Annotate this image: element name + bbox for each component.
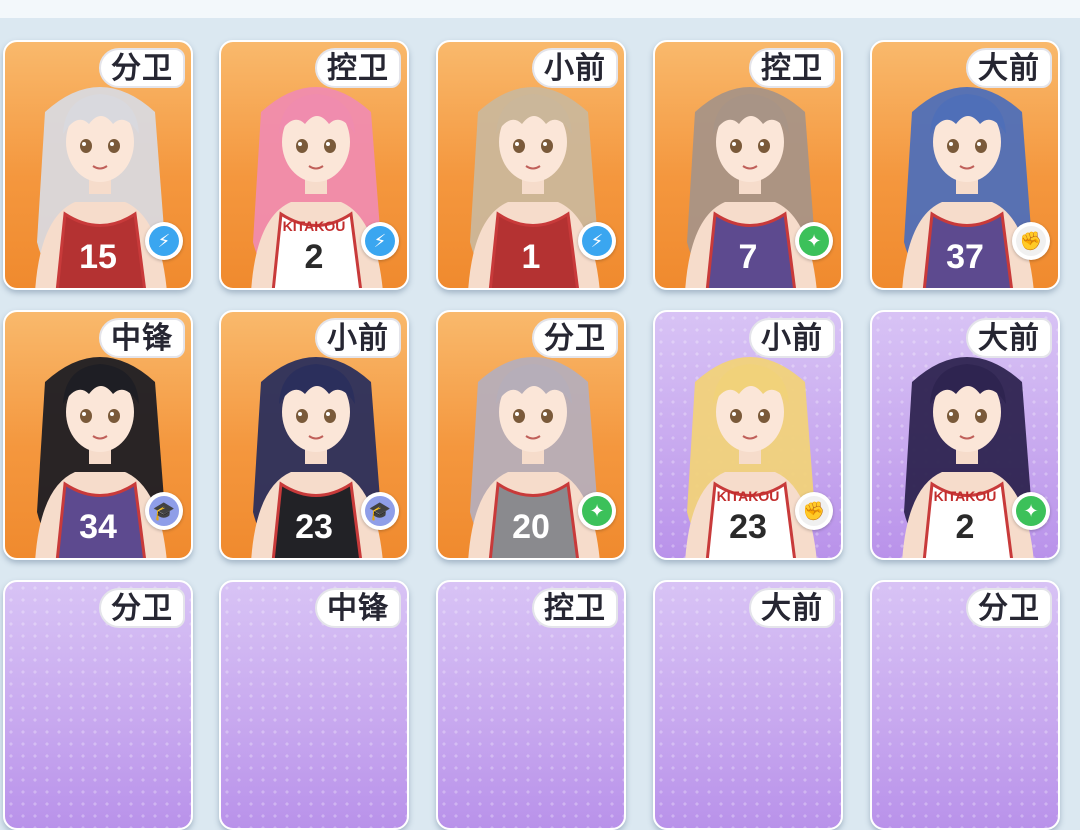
character-card[interactable]: 分卫 — [870, 580, 1060, 830]
position-label: 分卫 — [966, 588, 1052, 628]
character-card[interactable]: 大前 — [653, 580, 843, 830]
bolt-icon: ⚡ — [145, 222, 183, 260]
position-label: 控卫 — [749, 48, 835, 88]
cap-icon: 🎓 — [361, 492, 399, 530]
star-icon: ✦ — [578, 492, 616, 530]
character-card[interactable]: 23 KITAKOU 小前 ✊ — [653, 310, 843, 560]
bolt-icon: ⚡ — [361, 222, 399, 260]
position-label: 大前 — [749, 588, 835, 628]
position-label: 分卫 — [99, 588, 185, 628]
character-card[interactable]: 15 分卫 ⚡ — [3, 40, 193, 290]
position-label: 小前 — [749, 318, 835, 358]
position-label: 小前 — [532, 48, 618, 88]
character-card[interactable]: 37 大前 ✊ — [870, 40, 1060, 290]
character-card[interactable]: 1 小前 ⚡ — [436, 40, 626, 290]
fist-icon: ✊ — [795, 492, 833, 530]
character-card[interactable]: 2 KITAKOU 控卫 ⚡ — [219, 40, 409, 290]
position-label: 控卫 — [532, 588, 618, 628]
bolt-icon: ⚡ — [578, 222, 616, 260]
fist-icon: ✊ — [1012, 222, 1050, 260]
character-card[interactable]: 2 KITAKOU 大前 ✦ — [870, 310, 1060, 560]
character-card[interactable]: 中锋 — [219, 580, 409, 830]
character-card[interactable]: 34 中锋 🎓 — [3, 310, 193, 560]
character-card[interactable]: 23 小前 🎓 — [219, 310, 409, 560]
position-label: 控卫 — [315, 48, 401, 88]
position-label: 分卫 — [532, 318, 618, 358]
character-grid: 15 分卫 ⚡ 2 KITAKOU 控卫 ⚡ 1 小前 ⚡ 7 控卫 ✦ 37 大前 ✊ 34 中锋 🎓 23 小前 🎓 2… — [0, 0, 1080, 830]
character-card[interactable]: 20 分卫 ✦ — [436, 310, 626, 560]
position-label: 中锋 — [99, 318, 185, 358]
character-card[interactable]: 控卫 — [436, 580, 626, 830]
position-label: 大前 — [966, 318, 1052, 358]
position-label: 大前 — [966, 48, 1052, 88]
position-label: 中锋 — [315, 588, 401, 628]
character-card[interactable]: 分卫 — [3, 580, 193, 830]
cap-icon: 🎓 — [145, 492, 183, 530]
star-icon: ✦ — [1012, 492, 1050, 530]
character-card[interactable]: 7 控卫 ✦ — [653, 40, 843, 290]
position-label: 分卫 — [99, 48, 185, 88]
position-label: 小前 — [315, 318, 401, 358]
star-icon: ✦ — [795, 222, 833, 260]
